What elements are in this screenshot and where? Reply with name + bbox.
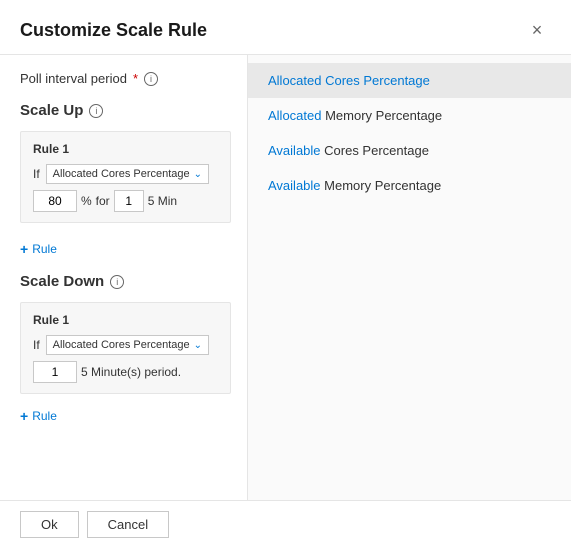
scale-up-add-rule-label: Rule: [32, 242, 57, 256]
scale-up-add-rule-button[interactable]: + Rule: [20, 237, 231, 261]
dropdown-item-label: Available Cores Percentage: [268, 143, 429, 158]
scale-down-add-rule-label: Rule: [32, 409, 57, 423]
scale-down-title: Scale Down: [20, 273, 104, 290]
ok-button[interactable]: Ok: [20, 511, 79, 538]
scale-up-value-input[interactable]: [33, 190, 77, 212]
close-button[interactable]: ×: [523, 16, 551, 44]
scale-down-rule-label: Rule 1: [33, 313, 218, 327]
modal-title: Customize Scale Rule: [20, 20, 207, 41]
scale-up-rule1: Rule 1 If Allocated Cores Percentage ⌄ %…: [20, 131, 231, 223]
modal-dialog: Customize Scale Rule × Poll interval per…: [0, 0, 571, 548]
scale-up-title: Scale Up: [20, 102, 83, 119]
scale-down-dropdown-arrow-icon: ⌄: [194, 340, 202, 351]
dropdown-item-label: Allocated Memory Percentage: [268, 108, 442, 123]
scale-up-min-label: 5 Min: [148, 194, 177, 208]
dropdown-item-available-cores[interactable]: Available Cores Percentage: [248, 133, 571, 168]
dropdown-item-available-memory[interactable]: Available Memory Percentage: [248, 168, 571, 203]
scale-up-dropdown-arrow-icon: ⌄: [194, 169, 202, 180]
scale-up-info-icon[interactable]: i: [89, 104, 103, 118]
poll-interval-row: Poll interval period * i: [20, 71, 231, 86]
scale-down-metric-value: Allocated Cores Percentage: [53, 339, 190, 351]
scale-up-if-row: If Allocated Cores Percentage ⌄: [33, 164, 218, 184]
dropdown-item-label: Allocated Cores Percentage: [268, 73, 430, 88]
modal-footer: Ok Cancel: [0, 500, 571, 548]
scale-down-info-icon[interactable]: i: [110, 275, 124, 289]
scale-down-period-text: 5 Minute(s) period.: [81, 365, 181, 379]
right-panel-dropdown: Allocated Cores Percentage Allocated Mem…: [248, 55, 571, 500]
dropdown-item-allocated-cores[interactable]: Allocated Cores Percentage: [248, 63, 571, 98]
scale-down-value-input[interactable]: [33, 361, 77, 383]
scale-down-add-rule-button[interactable]: + Rule: [20, 404, 57, 428]
modal-header: Customize Scale Rule ×: [0, 0, 571, 55]
poll-interval-info-icon[interactable]: i: [144, 72, 158, 86]
scale-down-if-label: If: [33, 338, 40, 352]
scale-up-header: Scale Up i: [20, 102, 231, 119]
scale-up-if-label: If: [33, 167, 40, 181]
scale-down-header: Scale Down i: [20, 273, 231, 290]
scale-down-if-row: If Allocated Cores Percentage ⌄: [33, 335, 218, 355]
left-panel: Poll interval period * i Scale Up i Rule…: [0, 55, 248, 500]
scale-down-metric-dropdown[interactable]: Allocated Cores Percentage ⌄: [46, 335, 209, 355]
scale-up-for-label: for: [96, 194, 110, 208]
scale-up-value-row: % for 5 Min: [33, 190, 218, 212]
scale-up-metric-dropdown[interactable]: Allocated Cores Percentage ⌄: [46, 164, 209, 184]
scale-up-pct-label: %: [81, 194, 92, 208]
scale-down-value-row: 5 Minute(s) period.: [33, 361, 218, 383]
dropdown-item-label: Available Memory Percentage: [268, 178, 441, 193]
scale-down-section: Scale Down i Rule 1 If Allocated Cores P…: [20, 273, 231, 428]
poll-interval-label: Poll interval period: [20, 71, 127, 86]
modal-body: Poll interval period * i Scale Up i Rule…: [0, 55, 571, 500]
scale-up-min-input[interactable]: [114, 190, 144, 212]
scale-up-rule-label: Rule 1: [33, 142, 218, 156]
scale-down-plus-icon: +: [20, 408, 28, 424]
required-indicator: *: [133, 71, 138, 86]
cancel-button[interactable]: Cancel: [87, 511, 169, 538]
scale-down-rule1: Rule 1 If Allocated Cores Percentage ⌄ 5…: [20, 302, 231, 394]
dropdown-item-allocated-memory[interactable]: Allocated Memory Percentage: [248, 98, 571, 133]
scale-up-metric-value: Allocated Cores Percentage: [53, 168, 190, 180]
scale-up-plus-icon: +: [20, 241, 28, 257]
